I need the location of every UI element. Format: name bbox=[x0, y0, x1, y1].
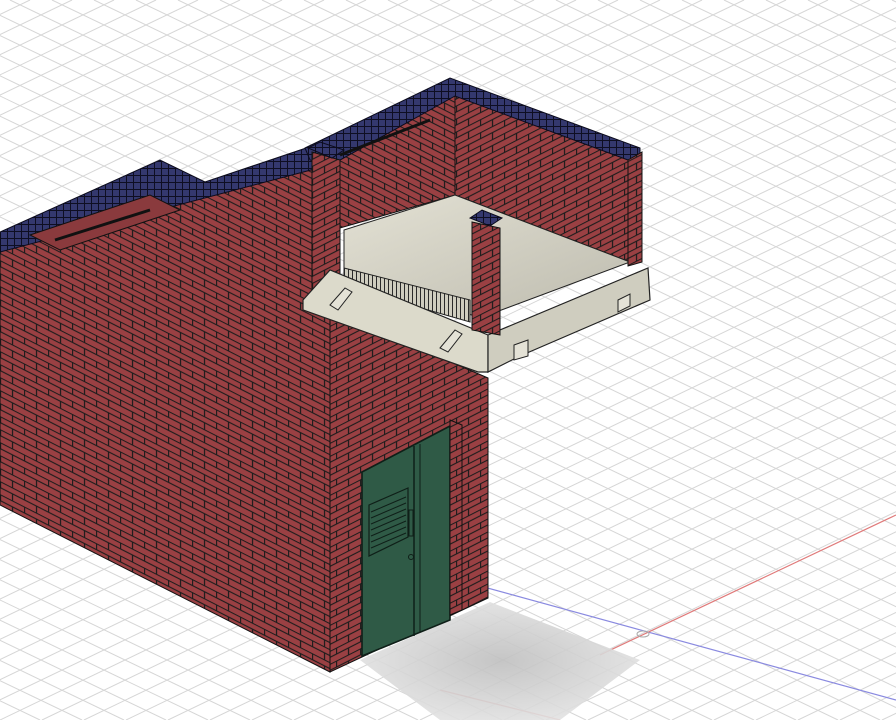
grid-line bbox=[671, 611, 896, 720]
grid-line bbox=[839, 692, 896, 720]
door-frame-pier bbox=[449, 419, 463, 616]
grid-line bbox=[713, 632, 896, 720]
grid-line bbox=[849, 0, 896, 23]
grid-line bbox=[597, 0, 896, 144]
grid-line bbox=[503, 531, 896, 720]
balcony-pillar bbox=[471, 221, 501, 336]
grid-line bbox=[807, 0, 896, 43]
3d-viewport[interactable] bbox=[0, 0, 896, 720]
grid-line bbox=[471, 0, 896, 205]
right-pillar-end bbox=[627, 151, 643, 267]
grid-line bbox=[639, 0, 896, 124]
door-handle-icon bbox=[408, 509, 414, 537]
grid-line bbox=[891, 0, 896, 3]
grid-line bbox=[881, 712, 896, 720]
